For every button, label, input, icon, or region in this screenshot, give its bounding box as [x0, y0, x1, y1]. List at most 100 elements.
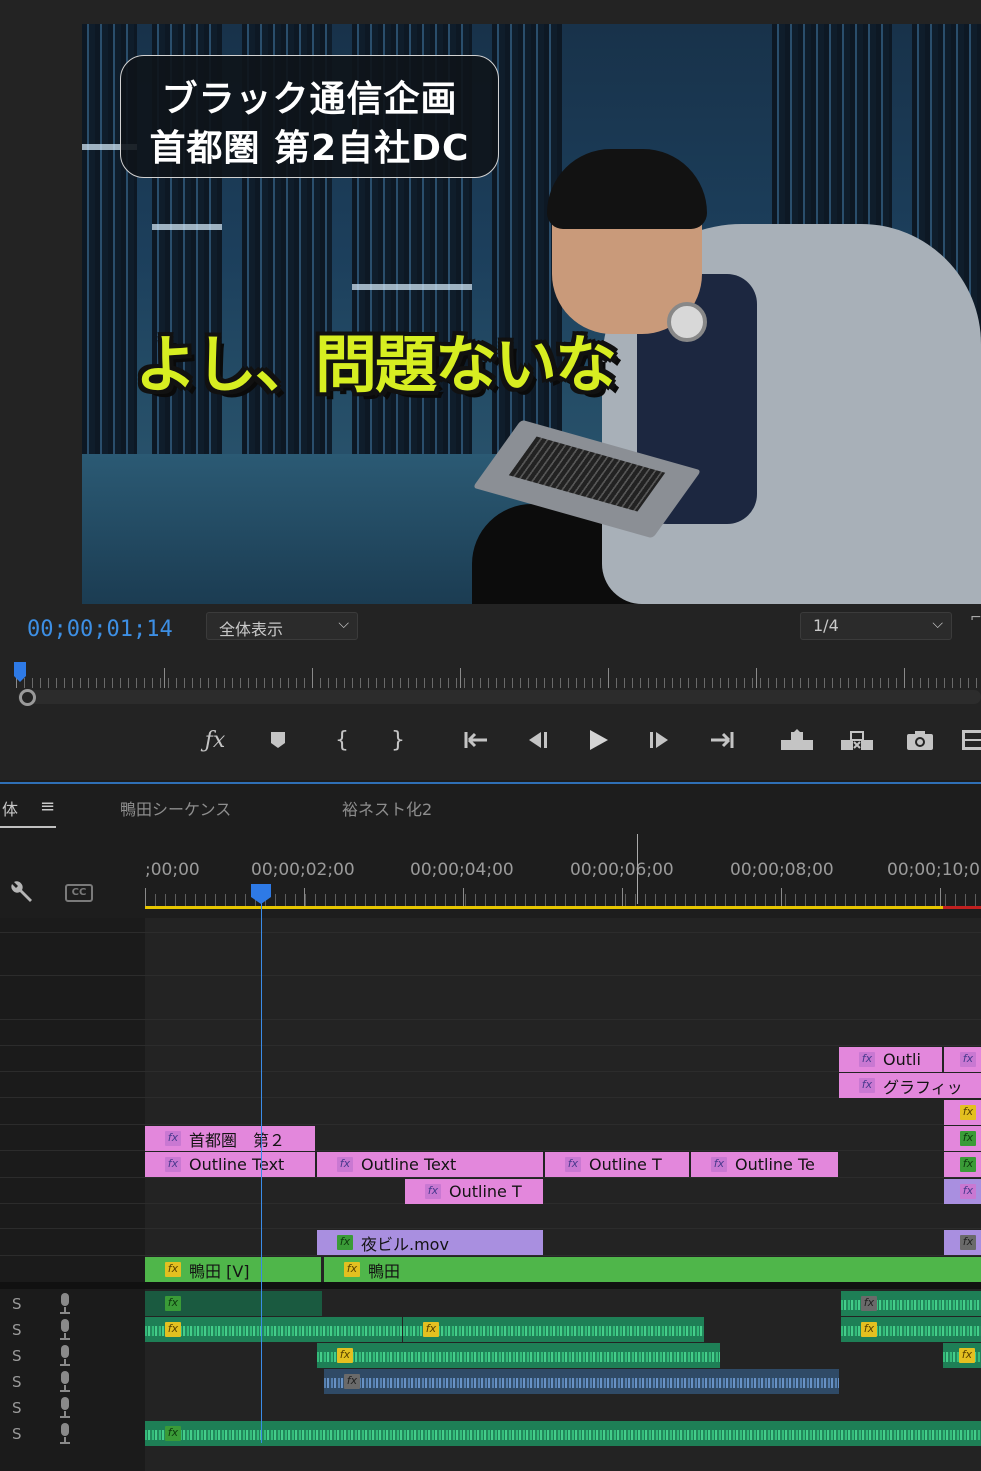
audio-waveform — [317, 1352, 720, 1362]
graphic-clip[interactable]: fx — [944, 1100, 981, 1125]
step-back-icon[interactable] — [522, 720, 552, 760]
title-card-line-1: ブラック通信企画 — [161, 79, 458, 120]
audio-clip[interactable]: fx — [943, 1343, 981, 1368]
graphic-clip[interactable]: fx 首都圏 第２ — [145, 1126, 315, 1151]
fx-badge-icon: fx — [425, 1184, 441, 1199]
title-card: ブラック通信企画 首都圏 第2自社DC — [120, 55, 499, 178]
graphic-clip[interactable]: fx Outline Text — [145, 1152, 315, 1177]
track-divider — [0, 1097, 981, 1098]
wrench-icon[interactable] — [8, 880, 34, 912]
graphic-clip[interactable]: fx Outline Te — [691, 1152, 838, 1177]
lift-icon[interactable] — [778, 720, 816, 760]
zoom-fit-dropdown[interactable]: 全体表示 ⌵ — [206, 612, 358, 640]
clip-label: 首都圏 第２ — [189, 1130, 286, 1150]
microphone-icon[interactable] — [58, 1293, 72, 1315]
graphic-clip[interactable]: fx Outli — [839, 1047, 942, 1072]
track-divider — [0, 932, 981, 933]
solo-button[interactable]: S — [12, 1425, 22, 1443]
tab-nested-sequence-2[interactable]: 裕ネスト化2 — [342, 796, 432, 820]
mark-out-icon[interactable]: } — [386, 720, 410, 760]
extract-icon[interactable] — [838, 720, 876, 760]
fx-icon[interactable]: ƒx — [200, 720, 230, 760]
microphone-icon[interactable] — [58, 1345, 72, 1367]
hover-position-line — [637, 834, 638, 904]
monitor-zoom-scrollbar[interactable] — [18, 690, 981, 704]
audio-clip[interactable]: fx — [324, 1369, 839, 1394]
microphone-icon[interactable] — [58, 1319, 72, 1341]
audio-track-header: S — [0, 1421, 145, 1447]
fx-badge-icon: fx — [337, 1235, 353, 1250]
play-icon[interactable] — [583, 720, 613, 760]
audio-clip[interactable]: fx — [841, 1317, 981, 1342]
video-preview[interactable]: ブラック通信企画 首都圏 第2自社DC よし、問題ないな — [82, 24, 981, 604]
tab-kamoda-sequence[interactable]: 鴨田シーケンス — [120, 796, 231, 820]
track-divider — [0, 1255, 981, 1256]
title-card-line-2: 首都圏 第2自社DC — [149, 128, 470, 169]
closed-captions-icon[interactable]: CC — [65, 884, 93, 902]
audio-track-header: S — [0, 1369, 145, 1395]
panel-menu-icon[interactable]: ≡ — [40, 796, 55, 817]
graphic-clip[interactable]: fx グラフィッ — [839, 1073, 981, 1098]
fx-badge-icon: fx — [859, 1078, 875, 1093]
mark-in-icon[interactable]: { — [330, 720, 354, 760]
clip-label: グラフィッ — [883, 1077, 963, 1097]
solo-button[interactable]: S — [12, 1321, 22, 1339]
settings-icon[interactable]: ⌐ — [970, 610, 981, 630]
playback-resolution-dropdown[interactable]: 1/4 ⌵ — [800, 612, 952, 640]
solo-button[interactable]: S — [12, 1295, 22, 1313]
microphone-icon[interactable] — [58, 1397, 72, 1419]
video-clip[interactable]: fx 夜ビル.mov — [317, 1230, 543, 1255]
solo-button[interactable]: S — [12, 1373, 22, 1391]
fx-badge-icon: fx — [337, 1157, 353, 1172]
fx-badge-icon: fx — [960, 1105, 976, 1120]
fx-badge-icon: fx — [165, 1322, 181, 1337]
step-forward-icon[interactable] — [645, 720, 675, 760]
panel-tab-label[interactable]: 体 — [2, 796, 18, 820]
graphic-clip[interactable]: fx Outline Text — [317, 1152, 543, 1177]
track-divider — [0, 1177, 981, 1178]
graphic-clip[interactable]: fx Outline T — [545, 1152, 689, 1177]
go-to-out-icon[interactable] — [704, 720, 738, 760]
clip-label: Outline T — [449, 1182, 522, 1201]
timeline-time-ruler[interactable]: ;00;00 00;00;02;00 00;00;04;00 00;00;06;… — [145, 854, 981, 909]
zoom-scrollbar-handle[interactable] — [19, 689, 36, 706]
chevron-down-icon: ⌵ — [932, 616, 943, 632]
fx-badge-icon: fx — [861, 1296, 877, 1311]
track-divider — [0, 1071, 981, 1072]
graphic-clip[interactable]: fx — [944, 1126, 981, 1151]
clip-label: Outli — [883, 1050, 921, 1069]
fx-badge-icon: fx — [165, 1426, 181, 1441]
solo-button[interactable]: S — [12, 1399, 22, 1417]
premiere-window: ブラック通信企画 首都圏 第2自社DC よし、問題ないな 00;00;01;14… — [0, 0, 981, 1471]
camera-icon[interactable] — [903, 720, 937, 760]
video-clip[interactable]: fx — [944, 1230, 981, 1255]
graphic-clip[interactable]: fx Outline T — [405, 1179, 543, 1204]
playhead-timecode[interactable]: 00;00;01;14 — [27, 617, 173, 642]
audio-clip[interactable]: fx — [403, 1317, 704, 1342]
audio-waveform — [324, 1378, 839, 1388]
ruler-label: 00;00;10;0 — [887, 860, 980, 880]
fx-badge-icon: fx — [423, 1322, 439, 1337]
video-clip[interactable]: fx 鴨田 [V] — [145, 1257, 321, 1282]
comparison-view-icon[interactable] — [958, 720, 981, 760]
microphone-icon[interactable] — [58, 1423, 72, 1445]
fx-badge-icon: fx — [859, 1052, 875, 1067]
fx-badge-icon: fx — [165, 1157, 181, 1172]
go-to-in-icon[interactable] — [460, 720, 494, 760]
graphic-clip[interactable]: fx — [944, 1047, 981, 1072]
audio-clip[interactable]: fx — [145, 1291, 322, 1316]
graphic-clip[interactable]: fx — [944, 1152, 981, 1177]
clip-label: 鴨田 [V] — [189, 1261, 250, 1281]
solo-button[interactable]: S — [12, 1347, 22, 1365]
work-area-bar[interactable] — [145, 906, 943, 909]
video-clip[interactable]: fx — [944, 1179, 981, 1204]
audio-clip[interactable]: fx — [145, 1317, 402, 1342]
audio-clip[interactable]: fx — [317, 1343, 720, 1368]
marker-icon[interactable] — [264, 720, 292, 760]
audio-clip[interactable]: fx — [841, 1291, 981, 1316]
ruler-label: ;00;00 — [145, 860, 200, 880]
audio-clip[interactable]: fx — [145, 1421, 981, 1446]
video-clip[interactable]: fx 鴨田 — [324, 1257, 981, 1282]
timeline-playhead-line — [261, 895, 262, 1443]
microphone-icon[interactable] — [58, 1371, 72, 1393]
